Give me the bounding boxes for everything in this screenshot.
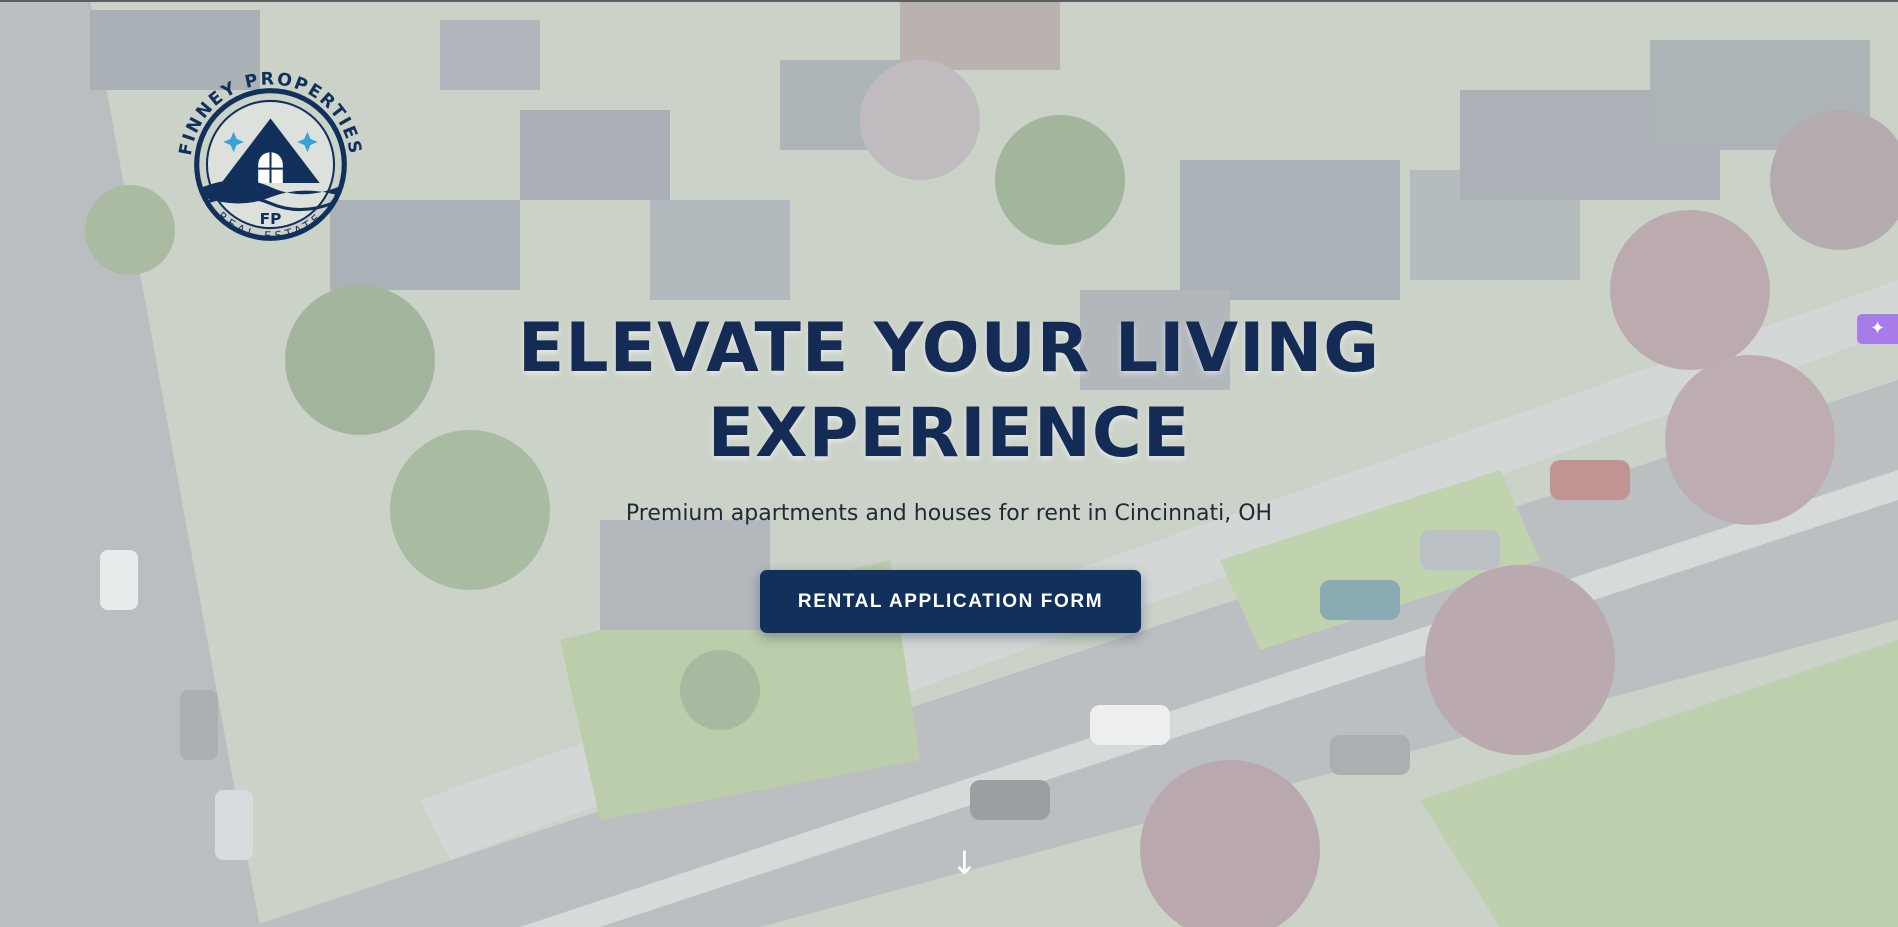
rental-application-button[interactable]: RENTAL APPLICATION FORM <box>760 570 1141 633</box>
hero-subtitle: Premium apartments and houses for rent i… <box>625 501 1273 526</box>
hero-title-line-1: ELEVATE YOUR LIVING <box>517 309 1381 388</box>
scroll-down-arrow-icon[interactable]: ↓ <box>951 843 978 883</box>
sparkle-assistant-icon[interactable]: ✦ <box>1857 314 1898 344</box>
finney-properties-logo[interactable]: FINNEY PROPERTIES REAL ESTATE FP <box>168 62 373 267</box>
top-border <box>0 0 1898 2</box>
logo-monogram: FP <box>260 210 282 228</box>
hero-title-line-2: EXPERIENCE <box>707 394 1191 473</box>
hero-title: ELEVATE YOUR LIVING EXPERIENCE <box>449 306 1449 476</box>
hero-section: FINNEY PROPERTIES REAL ESTATE FP ELEVATE… <box>0 0 1898 927</box>
